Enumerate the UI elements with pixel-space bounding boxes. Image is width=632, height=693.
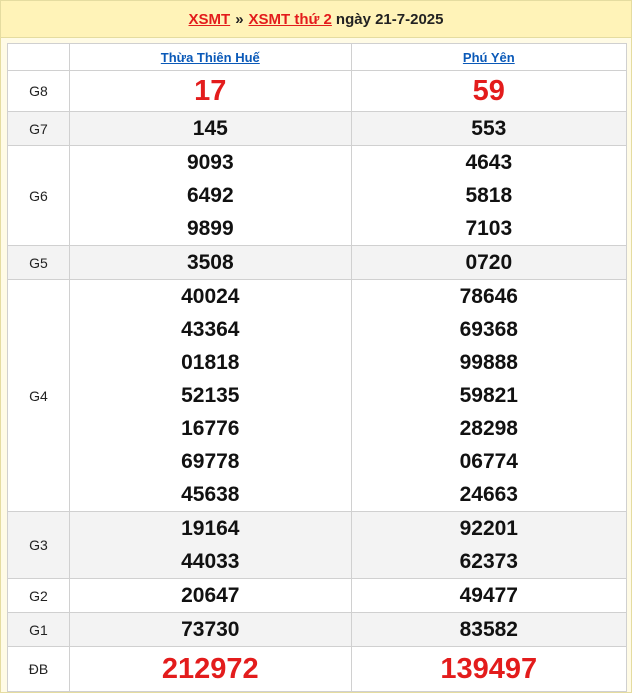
- special-prize-value: 212972: [69, 646, 352, 692]
- prize-value: 92201: [459, 517, 518, 540]
- prize-value: 9899: [186, 217, 234, 240]
- prize-value: 4643: [465, 151, 513, 174]
- prize-row-g8: G8 17 59: [7, 70, 628, 112]
- prize-value: 6492: [186, 184, 234, 207]
- breadcrumb: XSMT » XSMT thứ 2 ngày 21-7-2025: [1, 1, 631, 38]
- prize-row-g1: G1 73730 83582: [7, 612, 628, 647]
- prize-value: 62373: [459, 550, 518, 573]
- prize-value: 19164: [181, 517, 240, 540]
- prize-value: 40024: [181, 285, 240, 308]
- prize-label: G5: [7, 245, 70, 280]
- prize-row-g3: G3 19164 44033 92201 62373: [7, 511, 628, 579]
- province-link-1[interactable]: Thừa Thiên Huế: [69, 43, 352, 71]
- breadcrumb-link-xsmt[interactable]: XSMT: [189, 11, 231, 28]
- prize-value: 45638: [181, 483, 240, 506]
- prize-value: 17: [69, 70, 352, 112]
- prize-value: 145: [69, 111, 352, 146]
- prize-row-g2: G2 20647 49477: [7, 578, 628, 613]
- prize-label: G7: [7, 111, 70, 146]
- province-header-row: Thừa Thiên Huế Phú Yên: [7, 43, 628, 71]
- prize-value: 73730: [69, 612, 352, 647]
- prize-label: G3: [7, 511, 70, 579]
- breadcrumb-separator: »: [235, 10, 244, 28]
- results-table: Thừa Thiên Huế Phú Yên G8 17 59 G7 145 5…: [7, 43, 628, 692]
- prize-label: G1: [7, 612, 70, 647]
- breadcrumb-link-xsmt-thu-2[interactable]: XSMT thứ 2: [249, 11, 332, 28]
- prize-value: 52135: [181, 384, 240, 407]
- prize-row-g6: G6 9093 6492 9899 4643 5818 7103: [7, 145, 628, 246]
- special-prize-value: 139497: [350, 646, 628, 692]
- prize-value: 20647: [69, 578, 352, 613]
- prize-cell: 78646 69368 99888 59821 28298 06774 2466…: [350, 279, 628, 512]
- prize-value: 7103: [465, 217, 513, 240]
- draw-date: ngày 21-7-2025: [335, 10, 444, 28]
- prize-value: 99888: [459, 351, 518, 374]
- results-panel: XSMT » XSMT thứ 2 ngày 21-7-2025 Thừa Th…: [0, 0, 632, 693]
- prize-value: 83582: [350, 612, 628, 647]
- prize-value: 43364: [181, 318, 240, 341]
- prize-value: 44033: [181, 550, 240, 573]
- prize-cell: 92201 62373: [350, 511, 628, 579]
- prize-row-g7: G7 145 553: [7, 111, 628, 146]
- prize-value: 49477: [350, 578, 628, 613]
- prize-label: G4: [7, 279, 70, 512]
- prize-label: G8: [7, 70, 70, 112]
- prize-cell: 19164 44033: [69, 511, 352, 579]
- prize-label: G6: [7, 145, 70, 246]
- prize-value: 0720: [350, 245, 628, 280]
- prize-value: 5818: [465, 184, 513, 207]
- prize-value: 553: [350, 111, 628, 146]
- prize-value: 78646: [459, 285, 518, 308]
- prize-value: 3508: [69, 245, 352, 280]
- prize-value: 16776: [181, 417, 240, 440]
- prize-cell: 40024 43364 01818 52135 16776 69778 4563…: [69, 279, 352, 512]
- prize-value: 9093: [186, 151, 234, 174]
- prize-value: 69778: [181, 450, 240, 473]
- prize-value: 59821: [459, 384, 518, 407]
- prize-value: 69368: [459, 318, 518, 341]
- prize-cell: 4643 5818 7103: [350, 145, 628, 246]
- prize-value: 28298: [459, 417, 518, 440]
- header-blank-cell: [7, 43, 70, 71]
- prize-cell: 9093 6492 9899: [69, 145, 352, 246]
- prize-row-g5: G5 3508 0720: [7, 245, 628, 280]
- prize-label: G2: [7, 578, 70, 613]
- prize-value: 01818: [181, 351, 240, 374]
- prize-label: ĐB: [7, 646, 70, 692]
- prize-row-special: ĐB 212972 139497: [7, 646, 628, 692]
- province-link-2[interactable]: Phú Yên: [350, 43, 628, 71]
- prize-value: 06774: [459, 450, 518, 473]
- prize-value: 59: [350, 70, 628, 112]
- prize-value: 24663: [459, 483, 518, 506]
- prize-row-g4: G4 40024 43364 01818 52135 16776 69778 4…: [7, 279, 628, 512]
